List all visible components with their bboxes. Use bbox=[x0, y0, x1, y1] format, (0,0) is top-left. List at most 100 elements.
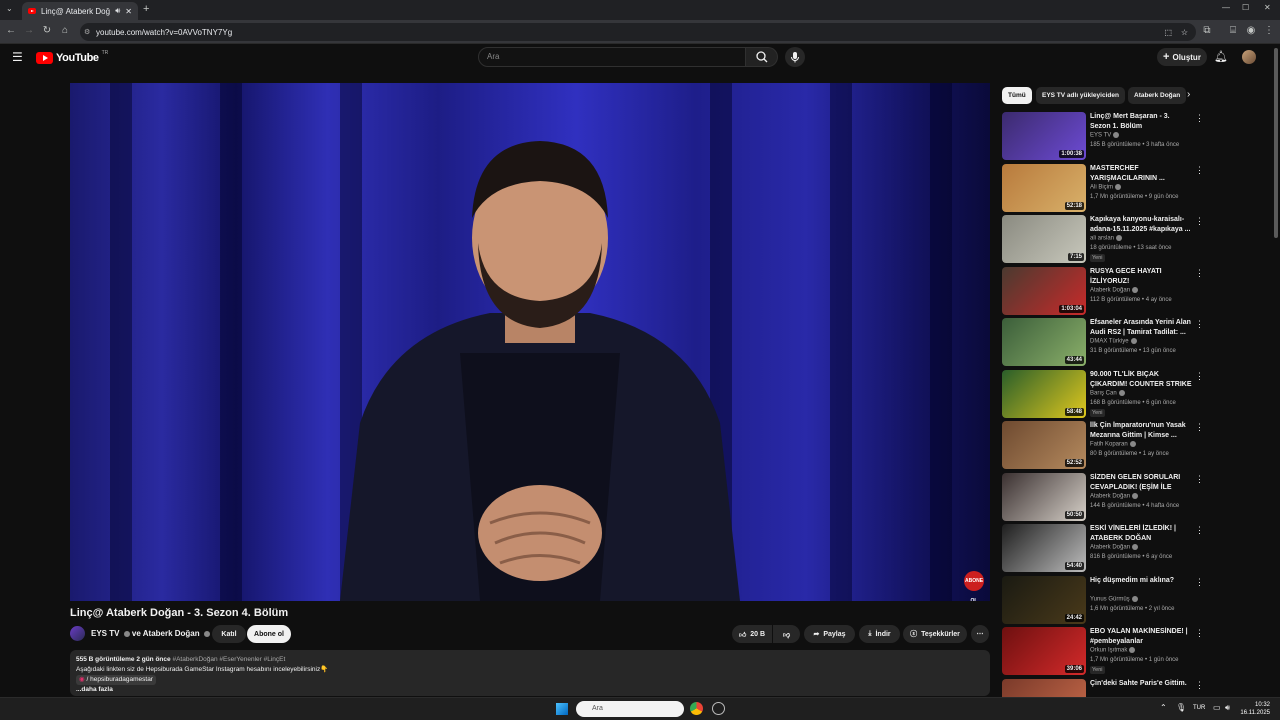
recommendation-item[interactable]: 58:48 90.000 TL'LİK BIÇAK ÇIKARDIM! COUNT… bbox=[1002, 369, 1207, 418]
tray-volume-icon[interactable]: 🔊︎ bbox=[1225, 703, 1230, 713]
tab-close-icon[interactable]: ✕ bbox=[125, 7, 132, 16]
recommendation-thumbnail[interactable]: 54:40 bbox=[1002, 524, 1086, 572]
windows-start-icon[interactable] bbox=[556, 703, 568, 715]
search-input[interactable]: Ara bbox=[478, 47, 746, 67]
more-vertical-icon[interactable]: ⋮ bbox=[1195, 680, 1204, 691]
channel-names[interactable]: EYS TV ve Ataberk Doğan bbox=[91, 629, 210, 638]
recommendation-title[interactable]: 90.000 TL'LİK BIÇAK ÇIKARDIM! COUNTER ST… bbox=[1090, 370, 1192, 390]
recommendation-thumbnail[interactable]: 52:52 bbox=[1002, 421, 1086, 469]
bookmark-star-icon[interactable]: ☆ bbox=[1181, 28, 1188, 37]
forward-icon[interactable]: → bbox=[22, 24, 36, 38]
search-button[interactable] bbox=[746, 47, 778, 67]
recommendation-channel[interactable]: Orkun Işıtmak bbox=[1090, 647, 1136, 654]
chrome-menu-icon[interactable]: ⋮ bbox=[1262, 24, 1276, 38]
instagram-link[interactable]: ◉ / hepsiburadagamestar bbox=[76, 675, 156, 685]
recommendation-item[interactable]: 52:52 İlk Çin İmparatoru'nun Yasak Mezarı… bbox=[1002, 421, 1207, 469]
recommendation-title[interactable]: Hiç düşmedim mi aklına? bbox=[1090, 576, 1192, 586]
recommendation-title[interactable]: SİZDEN GELEN SORULARI CEVAPLADIK! (EŞİM … bbox=[1090, 473, 1192, 493]
guide-menu-icon[interactable]: ☰ bbox=[12, 50, 23, 64]
tab-search-icon[interactable]: ⌸ bbox=[1226, 24, 1240, 38]
taskbar-search[interactable]: Ara bbox=[576, 701, 684, 717]
more-vertical-icon[interactable]: ⋮ bbox=[1195, 525, 1204, 536]
download-button[interactable]: ⤓ İndir bbox=[859, 625, 900, 643]
window-close-icon[interactable]: ✕ bbox=[1264, 3, 1271, 12]
tab-list-icon[interactable]: ⌄ bbox=[6, 4, 13, 13]
more-vertical-icon[interactable]: ⋮ bbox=[1195, 113, 1204, 124]
address-bar[interactable]: ⚙ youtube.com/watch?v=0AVVoTNY7Yg ⬚ ☆ bbox=[80, 23, 1196, 41]
show-more-link[interactable]: ...daha fazla bbox=[76, 685, 984, 695]
recommendation-title[interactable]: MASTERCHEF YARIŞMACILARININ ... bbox=[1090, 164, 1192, 184]
tray-network-icon[interactable]: ▭ bbox=[1213, 703, 1221, 712]
thanks-button[interactable]: ⓢ Teşekkürler bbox=[903, 625, 967, 643]
more-vertical-icon[interactable]: ⋮ bbox=[1195, 165, 1204, 176]
more-vertical-icon[interactable]: ⋮ bbox=[1195, 422, 1204, 433]
hashtags[interactable]: #AtaberkDoğan #EserYenenler #LinçEt bbox=[172, 656, 285, 663]
recommendation-channel[interactable]: DMAX Türkiye bbox=[1090, 338, 1137, 345]
account-avatar[interactable] bbox=[1242, 50, 1256, 64]
recommendation-item[interactable]: 7:15 Kapıkaya kanyonu-karaisalı-adana-15.… bbox=[1002, 215, 1207, 263]
recommendation-thumbnail[interactable]: 58:48 bbox=[1002, 369, 1086, 418]
back-icon[interactable]: ← bbox=[4, 24, 18, 38]
recommendation-channel[interactable]: Ali Biçim bbox=[1090, 183, 1122, 190]
recommendation-thumbnail[interactable]: 52:18 bbox=[1002, 163, 1086, 212]
subscribe-button[interactable]: Abone ol bbox=[247, 625, 291, 643]
app-taskbar-icon[interactable] bbox=[712, 702, 725, 715]
channel-name[interactable]: EYS TV bbox=[91, 629, 119, 638]
window-maximize-icon[interactable]: ☐ bbox=[1242, 3, 1249, 12]
extensions-icon[interactable]: ⧉ bbox=[1200, 24, 1214, 38]
profile-icon[interactable]: ◉ bbox=[1244, 24, 1258, 38]
recommendation-title[interactable]: İlk Çin İmparatoru'nun Yasak Mezarına Gi… bbox=[1090, 421, 1192, 441]
recommendation-title[interactable]: Linç@ Mert Başaran - 3. Sezon 1. Bölüm bbox=[1090, 112, 1192, 132]
more-vertical-icon[interactable]: ⋮ bbox=[1195, 216, 1204, 227]
collaborator-name[interactable]: ve Ataberk Doğan bbox=[132, 629, 200, 638]
more-vertical-icon[interactable]: ⋮ bbox=[1195, 319, 1204, 330]
recommendation-thumbnail[interactable]: 39:06 bbox=[1002, 627, 1086, 675]
recommendation-item[interactable]: 1:03:04 RUSYA GECE HAYATI İZLİYORUZ! Atabe… bbox=[1002, 266, 1207, 315]
recommendation-title[interactable]: Efsaneler Arasında Yerini Alan Audi RS2 … bbox=[1090, 318, 1192, 338]
recommendation-item[interactable]: 24:42 Hiç düşmedim mi aklına? Yunus Gürmüş… bbox=[1002, 575, 1207, 624]
recommendation-item[interactable]: 39:06 EBO YALAN MAKİNESİNDE! | #pembeyala… bbox=[1002, 627, 1207, 675]
recommendation-channel[interactable]: Ataberk Doğan bbox=[1090, 544, 1139, 551]
install-icon[interactable]: ⬚ bbox=[1164, 28, 1172, 37]
join-button[interactable]: Katıl bbox=[212, 625, 246, 643]
recommendation-title[interactable]: EBO YALAN MAKİNESİNDE! | #pembeyalanlar bbox=[1090, 627, 1192, 647]
audio-icon[interactable]: 🔊︎ bbox=[115, 6, 120, 16]
recommendation-title[interactable]: RUSYA GECE HAYATI İZLİYORUZ! bbox=[1090, 267, 1192, 287]
subscribe-watermark[interactable]: ABONE OL bbox=[964, 571, 984, 601]
video-player[interactable]: ABONE OL bbox=[70, 83, 990, 601]
recommendation-channel[interactable]: Barış Can bbox=[1090, 389, 1125, 396]
more-vertical-icon[interactable]: ⋮ bbox=[1195, 268, 1204, 279]
more-vertical-icon[interactable]: ⋮ bbox=[1195, 371, 1204, 382]
chip-from-uploader[interactable]: EYS TV adlı yükleyiciden bbox=[1036, 87, 1125, 104]
voice-search-button[interactable] bbox=[785, 47, 805, 67]
recommendation-item[interactable]: 52:18 MASTERCHEF YARIŞMACILARININ ... Ali … bbox=[1002, 163, 1207, 212]
recommendation-item[interactable]: 1:00:38 Linç@ Mert Başaran - 3. Sezon 1. … bbox=[1002, 112, 1207, 160]
create-button[interactable]: + Oluştur bbox=[1157, 48, 1207, 66]
recommendation-channel[interactable]: ali arslan bbox=[1090, 235, 1123, 242]
more-vertical-icon[interactable]: ⋮ bbox=[1195, 474, 1204, 485]
home-icon[interactable]: ⌂ bbox=[58, 24, 72, 38]
recommendation-item[interactable]: 54:40 ESKİ VİNELERİ İZLEDİK! | ATABERK DO… bbox=[1002, 524, 1207, 572]
recommendation-item[interactable]: 50:50 SİZDEN GELEN SORULARI CEVAPLADIK! (… bbox=[1002, 472, 1207, 521]
new-tab-icon[interactable]: + bbox=[143, 3, 149, 15]
recommendation-title[interactable]: ESKİ VİNELERİ İZLEDİK! | ATABERK DOĞAN bbox=[1090, 524, 1192, 544]
recommendation-item[interactable]: 43:44 Efsaneler Arasında Yerini Alan Audi… bbox=[1002, 318, 1207, 366]
recommendation-thumbnail[interactable]: 1:03:04 bbox=[1002, 266, 1086, 315]
chip-ataberk[interactable]: Ataberk Doğan bbox=[1128, 87, 1186, 104]
browser-tab[interactable]: Linç@ Ataberk Doğan - 3. 🔊︎ ✕ bbox=[22, 2, 138, 20]
more-vertical-icon[interactable]: ⋮ bbox=[1195, 628, 1204, 639]
chrome-taskbar-icon[interactable] bbox=[690, 702, 703, 715]
recommendation-thumbnail[interactable]: 1:00:38 bbox=[1002, 112, 1086, 160]
notifications-bell-icon[interactable]: 🔔︎ bbox=[1214, 50, 1228, 63]
recommendation-thumbnail[interactable]: 50:50 bbox=[1002, 472, 1086, 521]
recommendation-title[interactable]: Kapıkaya kanyonu-karaisalı-adana-15.11.2… bbox=[1090, 215, 1192, 235]
chevron-right-icon[interactable]: › bbox=[1187, 89, 1190, 100]
tray-chevron-icon[interactable]: ⌃ bbox=[1160, 703, 1167, 712]
recommendation-title[interactable]: Çin'deki Sahte Paris'e Gittim. bbox=[1090, 679, 1192, 689]
recommendation-thumbnail[interactable]: 24:42 bbox=[1002, 575, 1086, 624]
tray-mic-icon[interactable]: 🎙︎ bbox=[1176, 703, 1186, 712]
page-scrollbar[interactable] bbox=[1274, 48, 1278, 238]
recommendation-thumbnail[interactable]: 43:44 bbox=[1002, 318, 1086, 366]
recommendation-channel[interactable]: Ataberk Doğan bbox=[1090, 286, 1139, 293]
recommendation-channel[interactable]: Fatih Koparan bbox=[1090, 441, 1136, 448]
